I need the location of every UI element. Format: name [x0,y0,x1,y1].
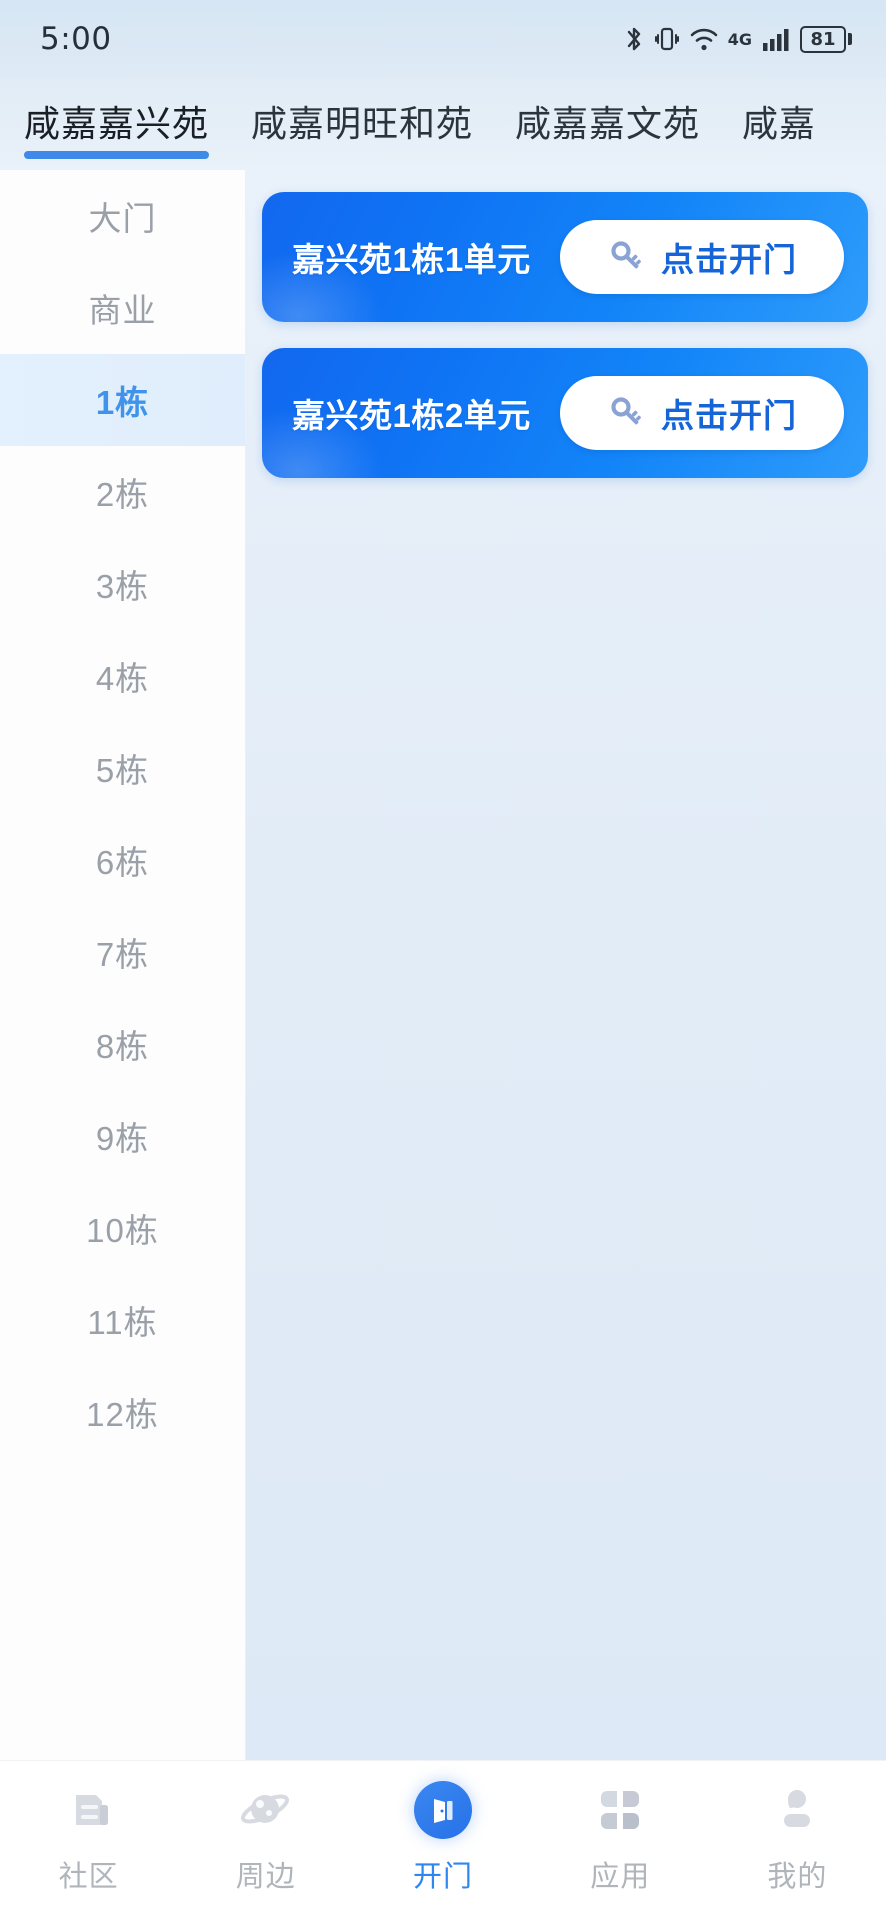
battery-percent-label: 81 [810,28,836,50]
profile-person-icon [772,1779,822,1841]
door-list-panel: 嘉兴苑1栋1单元 点击开门 嘉兴苑1栋2单元 点击开门 [246,170,886,1760]
sidebar-item-0[interactable]: 大门 [0,170,245,262]
content-area: 大门 商业 1栋 2栋 3栋 4栋 5栋 6栋 7栋 8栋 9栋 10栋 11栋… [0,170,886,1760]
sidebar-item-1[interactable]: 商业 [0,262,245,354]
tab-community-0[interactable]: 咸嘉嘉兴苑 [24,95,210,159]
nearby-planet-icon [240,1779,292,1841]
bottom-navigation-bar[interactable]: 社区 周边 开门 应用 我的 [0,1760,886,1920]
door-name-1: 嘉兴苑1栋2单元 [292,397,531,434]
sidebar-item-5[interactable]: 4栋 [0,630,245,722]
nav-item-profile[interactable]: 我的 [709,1779,886,1895]
nav-label-profile: 我的 [767,1861,828,1893]
sidebar-item-7[interactable]: 6栋 [0,814,245,906]
nav-item-open-door[interactable]: 开门 [354,1779,531,1895]
door-card-0[interactable]: 嘉兴苑1栋1单元 点击开门 [262,192,868,322]
sidebar-item-13[interactable]: 12栋 [0,1366,245,1458]
open-door-button-0[interactable]: 点击开门 [560,220,844,294]
sidebar-item-4[interactable]: 3栋 [0,538,245,630]
nav-label-nearby: 周边 [235,1861,296,1893]
status-bar: 5:00 4G 81 [0,0,886,78]
open-door-label-0: 点击开门 [661,241,797,278]
nav-label-community: 社区 [58,1861,119,1893]
key-icon [607,393,647,433]
open-door-button-1[interactable]: 点击开门 [560,376,844,450]
nav-item-apps[interactable]: 应用 [532,1779,709,1895]
sidebar-item-6[interactable]: 5栋 [0,722,245,814]
bluetooth-icon [623,24,645,54]
battery-icon: 81 [800,25,852,53]
status-icon-group: 4G 81 [623,24,852,54]
nav-label-apps: 应用 [590,1861,651,1893]
sidebar-item-10[interactable]: 9栋 [0,1090,245,1182]
sidebar-item-8[interactable]: 7栋 [0,906,245,998]
nav-label-open-door: 开门 [413,1861,474,1893]
network-type-icon: 4G [727,30,752,49]
nav-item-nearby[interactable]: 周边 [177,1779,354,1895]
status-time: 5:00 [40,21,112,57]
open-door-label-1: 点击开门 [661,397,797,434]
sidebar-item-11[interactable]: 10栋 [0,1182,245,1274]
sidebar-item-12[interactable]: 11栋 [0,1274,245,1366]
apps-grid-icon [595,1779,645,1841]
tab-community-2[interactable]: 咸嘉嘉文苑 [515,95,700,153]
sidebar-item-9[interactable]: 8栋 [0,998,245,1090]
vibrate-icon [654,24,680,54]
key-icon [607,237,647,277]
tab-community-3[interactable]: 咸嘉 [742,95,816,153]
door-name-0: 嘉兴苑1栋1单元 [292,241,531,278]
community-icon [64,1779,114,1841]
sidebar-item-2[interactable]: 1栋 [0,354,245,446]
door-open-icon [414,1781,472,1839]
cellular-signal-icon [761,24,791,54]
building-sidebar[interactable]: 大门 商业 1栋 2栋 3栋 4栋 5栋 6栋 7栋 8栋 9栋 10栋 11栋… [0,170,246,1760]
nav-item-community[interactable]: 社区 [0,1779,177,1895]
sidebar-item-3[interactable]: 2栋 [0,446,245,538]
tab-community-1[interactable]: 咸嘉明旺和苑 [251,95,473,153]
wifi-icon [689,24,719,54]
community-tab-bar[interactable]: 咸嘉嘉兴苑 咸嘉明旺和苑 咸嘉嘉文苑 咸嘉 [0,78,886,170]
door-card-1[interactable]: 嘉兴苑1栋2单元 点击开门 [262,348,868,478]
